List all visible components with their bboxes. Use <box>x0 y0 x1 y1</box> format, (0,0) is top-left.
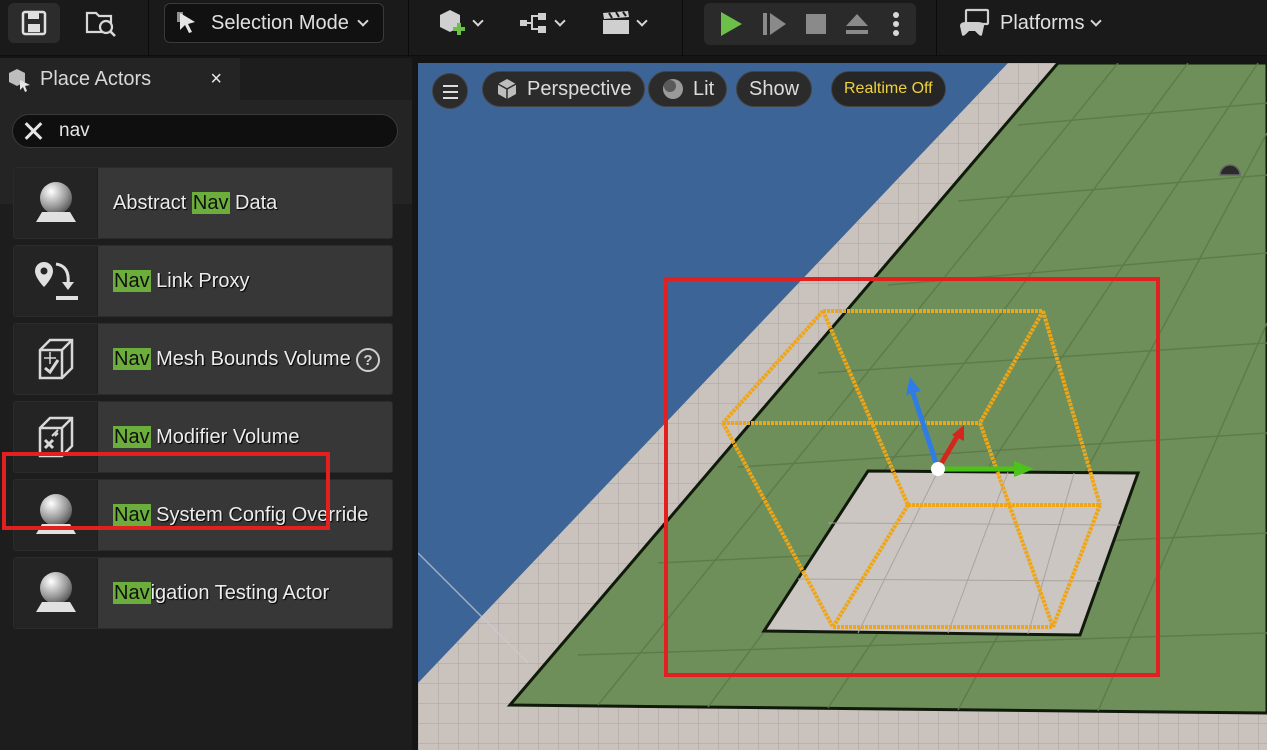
selection-mode-dropdown[interactable]: Selection Mode <box>164 3 384 43</box>
save-button[interactable] <box>8 3 60 43</box>
main-toolbar: Selection Mode Platforms <box>0 0 1267 56</box>
tab-place-actors[interactable]: Place Actors × <box>0 58 240 100</box>
chevron-down-icon <box>636 14 648 27</box>
show-label: Show <box>749 77 800 100</box>
realtime-toggle[interactable]: Realtime Off <box>831 71 946 107</box>
realtime-label: Realtime Off <box>844 80 933 97</box>
skip-button[interactable] <box>754 4 794 44</box>
selection-mode-label: Selection Mode <box>211 11 349 34</box>
platforms-label: Platforms <box>1000 11 1085 34</box>
list-item[interactable]: Nav Link Proxy <box>13 245 393 317</box>
play-controls <box>704 3 916 45</box>
folder-search-icon <box>85 11 116 37</box>
item-label: Nav Modifier Volume <box>113 425 300 448</box>
list-item[interactable]: Nav Mesh Bounds Volume ? <box>13 323 393 395</box>
sphere-actor-icon <box>14 558 98 628</box>
platforms-icon <box>960 8 990 36</box>
volume-icon <box>14 324 98 394</box>
lit-label: Lit <box>693 77 715 100</box>
save-icon <box>21 10 47 36</box>
chevron-down-icon <box>1090 14 1103 27</box>
perspective-label: Perspective <box>527 77 632 100</box>
annotation-highlight-box <box>2 452 330 530</box>
help-icon[interactable]: ? <box>356 348 380 372</box>
clapperboard-icon <box>603 11 629 34</box>
item-label: Abstract Nav Data <box>113 191 278 214</box>
stop-icon <box>806 14 826 34</box>
blueprint-button[interactable] <box>512 3 570 43</box>
scene-render <box>418 63 1267 750</box>
stop-button[interactable] <box>796 4 836 44</box>
list-item[interactable]: Abstract Nav Data <box>13 167 393 239</box>
cursor-icon <box>177 12 195 33</box>
eject-icon <box>846 14 868 34</box>
blueprint-icon <box>520 13 546 33</box>
perspective-button[interactable]: Perspective <box>482 71 645 107</box>
lit-sphere-icon <box>663 79 683 99</box>
place-actors-panel: Place Actors × Abstract Nav Data <box>0 58 412 750</box>
item-label: Nav Link Proxy <box>113 269 250 292</box>
viewport-menu-button[interactable] <box>432 73 468 109</box>
place-actors-icon <box>9 69 30 92</box>
chevron-down-icon <box>554 14 566 27</box>
chevron-down-icon <box>357 14 369 27</box>
list-item[interactable]: Navigation Testing Actor <box>13 557 393 629</box>
play-button[interactable] <box>710 4 750 44</box>
cinematics-button[interactable] <box>594 3 652 43</box>
nav-link-icon <box>14 246 98 316</box>
search-box <box>12 114 398 148</box>
close-tab-button[interactable]: × <box>210 68 222 91</box>
add-actor-icon <box>440 10 465 35</box>
item-label: Nav Mesh Bounds Volume <box>113 347 351 370</box>
more-options-button[interactable] <box>882 4 910 44</box>
more-vertical-icon <box>893 12 899 36</box>
panel-title: Place Actors <box>40 67 152 90</box>
item-label: Navigation Testing Actor <box>113 581 330 604</box>
step-forward-icon <box>763 13 786 35</box>
lit-button[interactable]: Lit <box>648 71 728 107</box>
cube-icon <box>497 79 517 99</box>
play-icon <box>721 12 742 36</box>
clear-search-icon[interactable] <box>21 119 45 143</box>
chevron-down-icon <box>472 14 484 27</box>
actor-list: Abstract Nav Data Nav Link Proxy Nav Mes… <box>13 167 393 635</box>
level-viewport[interactable]: Perspective Lit Show Realtime Off <box>418 63 1267 750</box>
search-input[interactable] <box>59 120 359 142</box>
show-button[interactable]: Show <box>736 71 813 107</box>
add-actor-button[interactable] <box>430 3 488 43</box>
platforms-dropdown[interactable]: Platforms <box>958 3 1103 43</box>
eject-button[interactable] <box>836 4 878 44</box>
content-browser-button[interactable] <box>78 3 124 43</box>
sphere-actor-icon <box>14 168 98 238</box>
